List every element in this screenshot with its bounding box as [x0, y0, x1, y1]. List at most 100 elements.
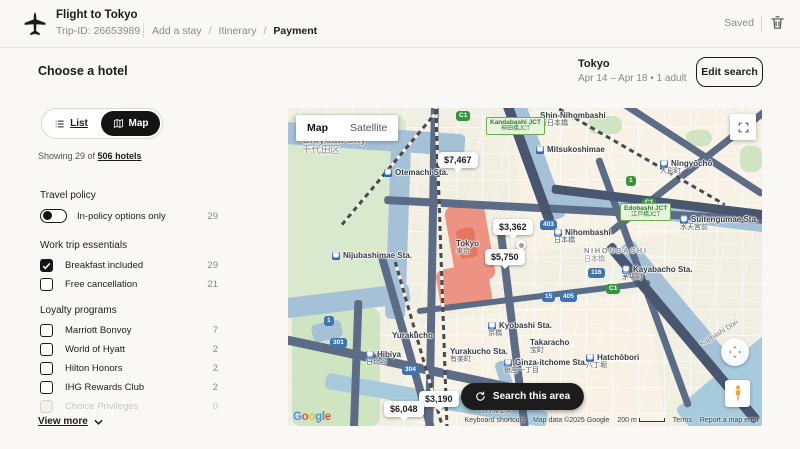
map-view-button[interactable]: Map — [101, 111, 160, 136]
checkbox[interactable] — [40, 259, 53, 272]
map-scale: 200 m — [617, 417, 664, 424]
map-label-hibiya: MHibiya日比谷 — [366, 350, 401, 367]
pegman-icon — [732, 385, 744, 402]
filter-row-ihg-rewards-club[interactable]: IHG Rewards Club2 — [40, 378, 218, 397]
loyalty-heading: Loyalty programs — [40, 305, 117, 316]
check-icon — [42, 262, 51, 270]
filter-label: Free cancellation — [65, 279, 137, 290]
map-label-subtext: 神田橋JCT — [490, 126, 541, 133]
work-trip-filters: Breakfast included29 Free cancellation 21 — [40, 256, 218, 294]
metro-icon: M — [622, 266, 630, 274]
filter-count: 21 — [207, 279, 218, 290]
list-view-button[interactable]: List — [42, 118, 100, 129]
metro-icon: M — [488, 322, 496, 330]
checkbox[interactable] — [40, 343, 53, 356]
google-logo-letter: g — [315, 411, 322, 423]
filter-count: 2 — [213, 363, 218, 374]
filter-count: 0 — [213, 401, 218, 412]
filter-row-marriott-bonvoy[interactable]: Marriott Bonvoy7 — [40, 321, 218, 340]
map-label-subtext: 日比谷 — [366, 359, 401, 367]
filter-row-world-of-hyatt[interactable]: World of Hyatt2 — [40, 340, 218, 359]
map-park — [740, 146, 762, 172]
fullscreen-button[interactable] — [730, 114, 756, 140]
google-logo-letter: G — [293, 411, 302, 423]
filter-row-choice-privileges[interactable]: Choice Privileges0 — [40, 397, 218, 416]
search-this-area-button[interactable]: Search this area — [461, 383, 584, 410]
view-more-link[interactable]: View more — [38, 416, 103, 427]
filter-row-breakfast-included[interactable]: Breakfast included29 — [40, 256, 218, 275]
metro-icon: M — [536, 146, 544, 154]
fullscreen-icon — [737, 121, 750, 134]
checkbox[interactable] — [40, 381, 53, 394]
filter-label: Marriott Bonvoy — [65, 325, 132, 336]
metro-icon: M — [332, 252, 340, 260]
map-type-satellite-button[interactable]: Satellite — [339, 115, 398, 141]
filter-row-free-cancellation[interactable]: Free cancellation 21 — [40, 275, 218, 294]
map-label-subtext: 新日本橋 — [540, 120, 606, 128]
refresh-icon — [475, 391, 486, 402]
map-label-shin-nihombashi: Shin-Nihombashi新日本橋 — [540, 111, 606, 128]
route-shield-15: 15 — [542, 292, 555, 302]
route-shield-c1: C1 — [606, 284, 620, 294]
keyboard-shortcuts-link[interactable]: Keyboard shortcuts — [465, 417, 525, 424]
google-logo: Google — [293, 411, 331, 423]
map-label-takaracho: Takaracho宝町 — [530, 338, 569, 355]
map-scale-bar — [639, 418, 665, 422]
filter-row-hilton-honors[interactable]: Hilton Honors2 — [40, 359, 218, 378]
breadcrumb-item-payment[interactable]: Payment — [273, 25, 317, 37]
map-label-hatch-bori: MHatchōbori八丁堀 — [586, 353, 639, 370]
page: Flight to Tokyo Trip-ID: 26653989 Add a … — [0, 0, 800, 449]
metro-icon: M — [554, 229, 562, 237]
results-link[interactable]: 506 hotels — [98, 151, 142, 161]
destination-name: Tokyo — [578, 58, 610, 70]
checkbox[interactable] — [40, 278, 53, 291]
map-label-subtext: 日本橋 — [584, 256, 648, 264]
route-shield-1: 1 — [324, 316, 334, 326]
map-type-map-button[interactable]: Map — [296, 115, 339, 141]
map-label-kyobashi-sta: MKyobashi Sta.京橋 — [488, 321, 552, 338]
map-label-subtext: 茅場町 — [622, 274, 693, 282]
report-map-error-link[interactable]: Report a map error — [700, 417, 759, 424]
map-label-text: MNihombashi — [554, 228, 611, 237]
hotel-price-marker-3-190[interactable]: $3,190 — [419, 391, 459, 407]
map-label-suitengumae-sta: MSuitengumae Sta.水天宮前 — [680, 215, 758, 232]
hotel-price-marker-6-048[interactable]: $6,048 — [384, 401, 424, 417]
map-label-subtext: 有楽町 — [450, 356, 508, 364]
map-label-text: MGinza-itchome Sta. — [504, 358, 587, 367]
map-label-subtext: 銀座一丁目 — [504, 367, 587, 375]
map-label-text: Takaracho — [530, 338, 569, 347]
map-attribution: Keyboard shortcuts Map data ©2025 Google… — [465, 417, 759, 424]
breadcrumb-item-itinerary[interactable]: Itinerary — [219, 25, 257, 37]
map-label-otemachi-sta: MOtemachi Sta. — [384, 168, 448, 177]
edit-search-button[interactable]: Edit search — [696, 57, 763, 87]
hotel-price-marker-3-362[interactable]: $3,362 — [493, 219, 533, 235]
map-label-text: Tokyo — [456, 239, 479, 248]
map-label-nihonbashi: NIHONBASHI日本橋 — [584, 247, 648, 264]
checkbox[interactable] — [40, 362, 53, 375]
list-icon — [54, 119, 65, 129]
trash-icon[interactable] — [769, 14, 786, 32]
map-label-text: MSuitengumae Sta. — [680, 215, 758, 224]
chevron-down-icon — [94, 419, 103, 425]
hotel-price-marker-5-750[interactable]: $5,750 — [485, 249, 525, 265]
map-label-subtext: 八丁堀 — [586, 362, 639, 370]
map-view-label: Map — [129, 118, 149, 129]
trip-id: Trip-ID: 26653989 — [56, 25, 140, 37]
loyalty-filters: Marriott Bonvoy7World of Hyatt2Hilton Ho… — [40, 321, 218, 416]
checkbox[interactable] — [40, 324, 53, 337]
pan-control[interactable] — [721, 338, 749, 366]
route-shield-304: 304 — [402, 365, 419, 375]
checkbox[interactable] — [40, 400, 53, 413]
map-canvas[interactable]: Chiyoda City千代田区MOtemachi Sta.MNijubashi… — [288, 108, 762, 426]
filter-count: 2 — [213, 382, 218, 393]
map-label-text: MOtemachi Sta. — [384, 168, 448, 177]
map-label-ningy-ch: MNingyōchō人形町 — [660, 159, 712, 176]
hotel-price-marker-7-467[interactable]: $7,467 — [438, 152, 478, 168]
in-policy-toggle[interactable] — [40, 209, 67, 223]
breadcrumb-item-add-a-stay[interactable]: Add a stay — [152, 25, 202, 37]
pan-arrows-icon — [727, 344, 743, 360]
map-scale-label: 200 m — [617, 417, 636, 424]
metro-icon: M — [384, 169, 392, 177]
pegman-control[interactable] — [725, 380, 750, 407]
terms-link[interactable]: Terms — [673, 417, 692, 424]
